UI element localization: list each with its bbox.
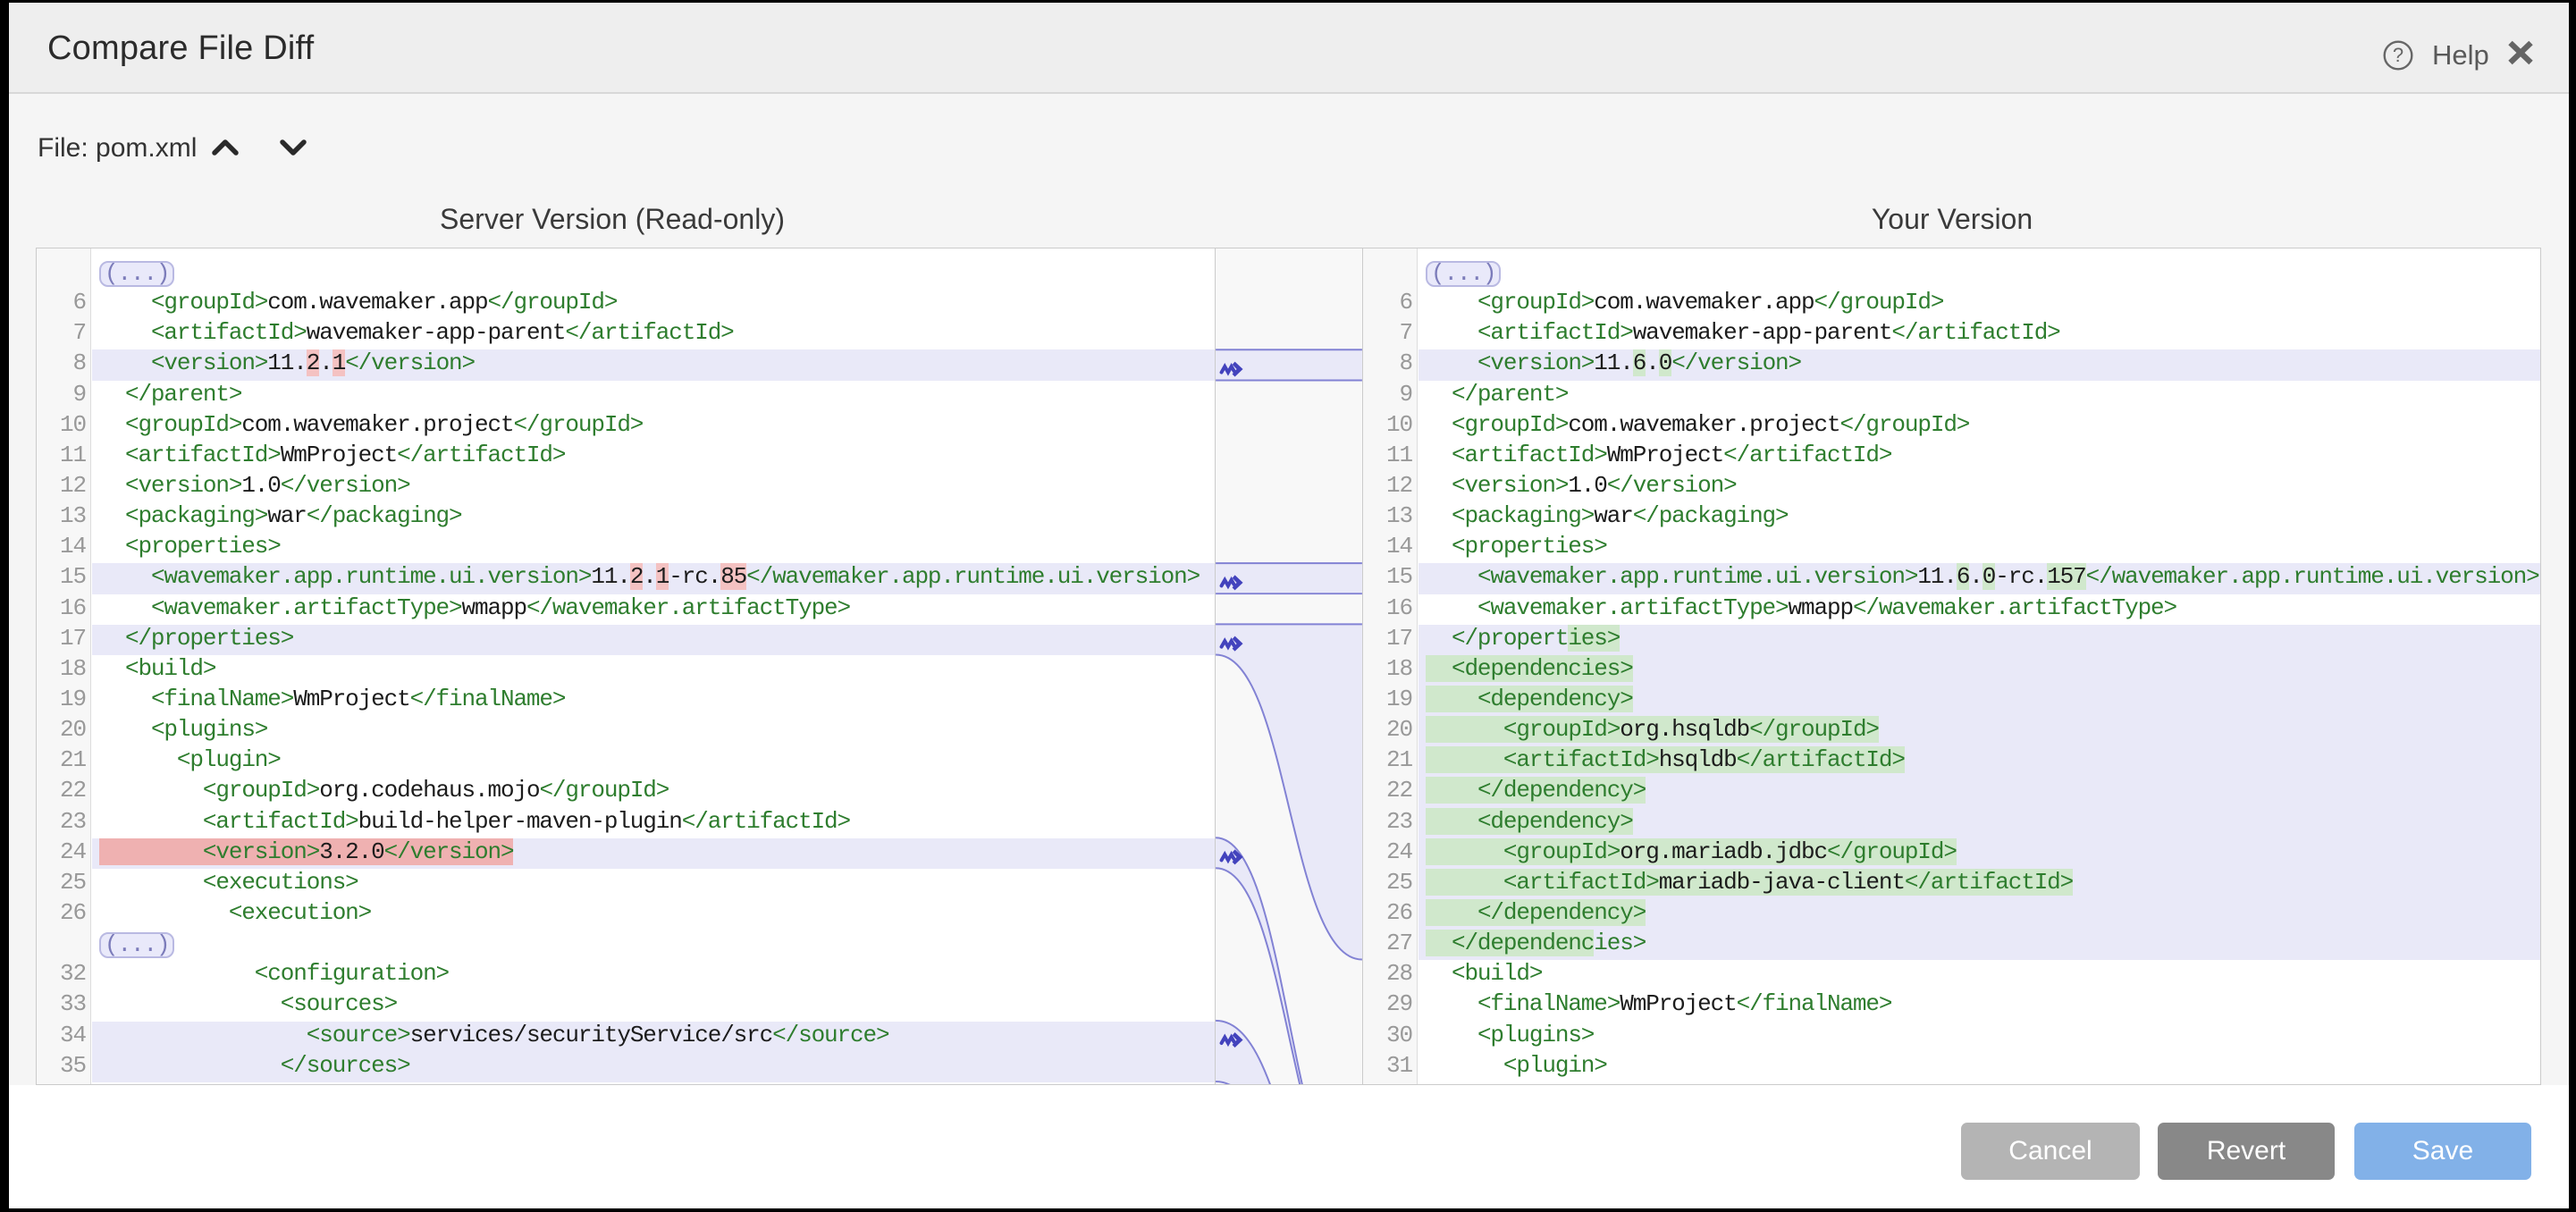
svg-text:?: ?: [2393, 44, 2403, 66]
